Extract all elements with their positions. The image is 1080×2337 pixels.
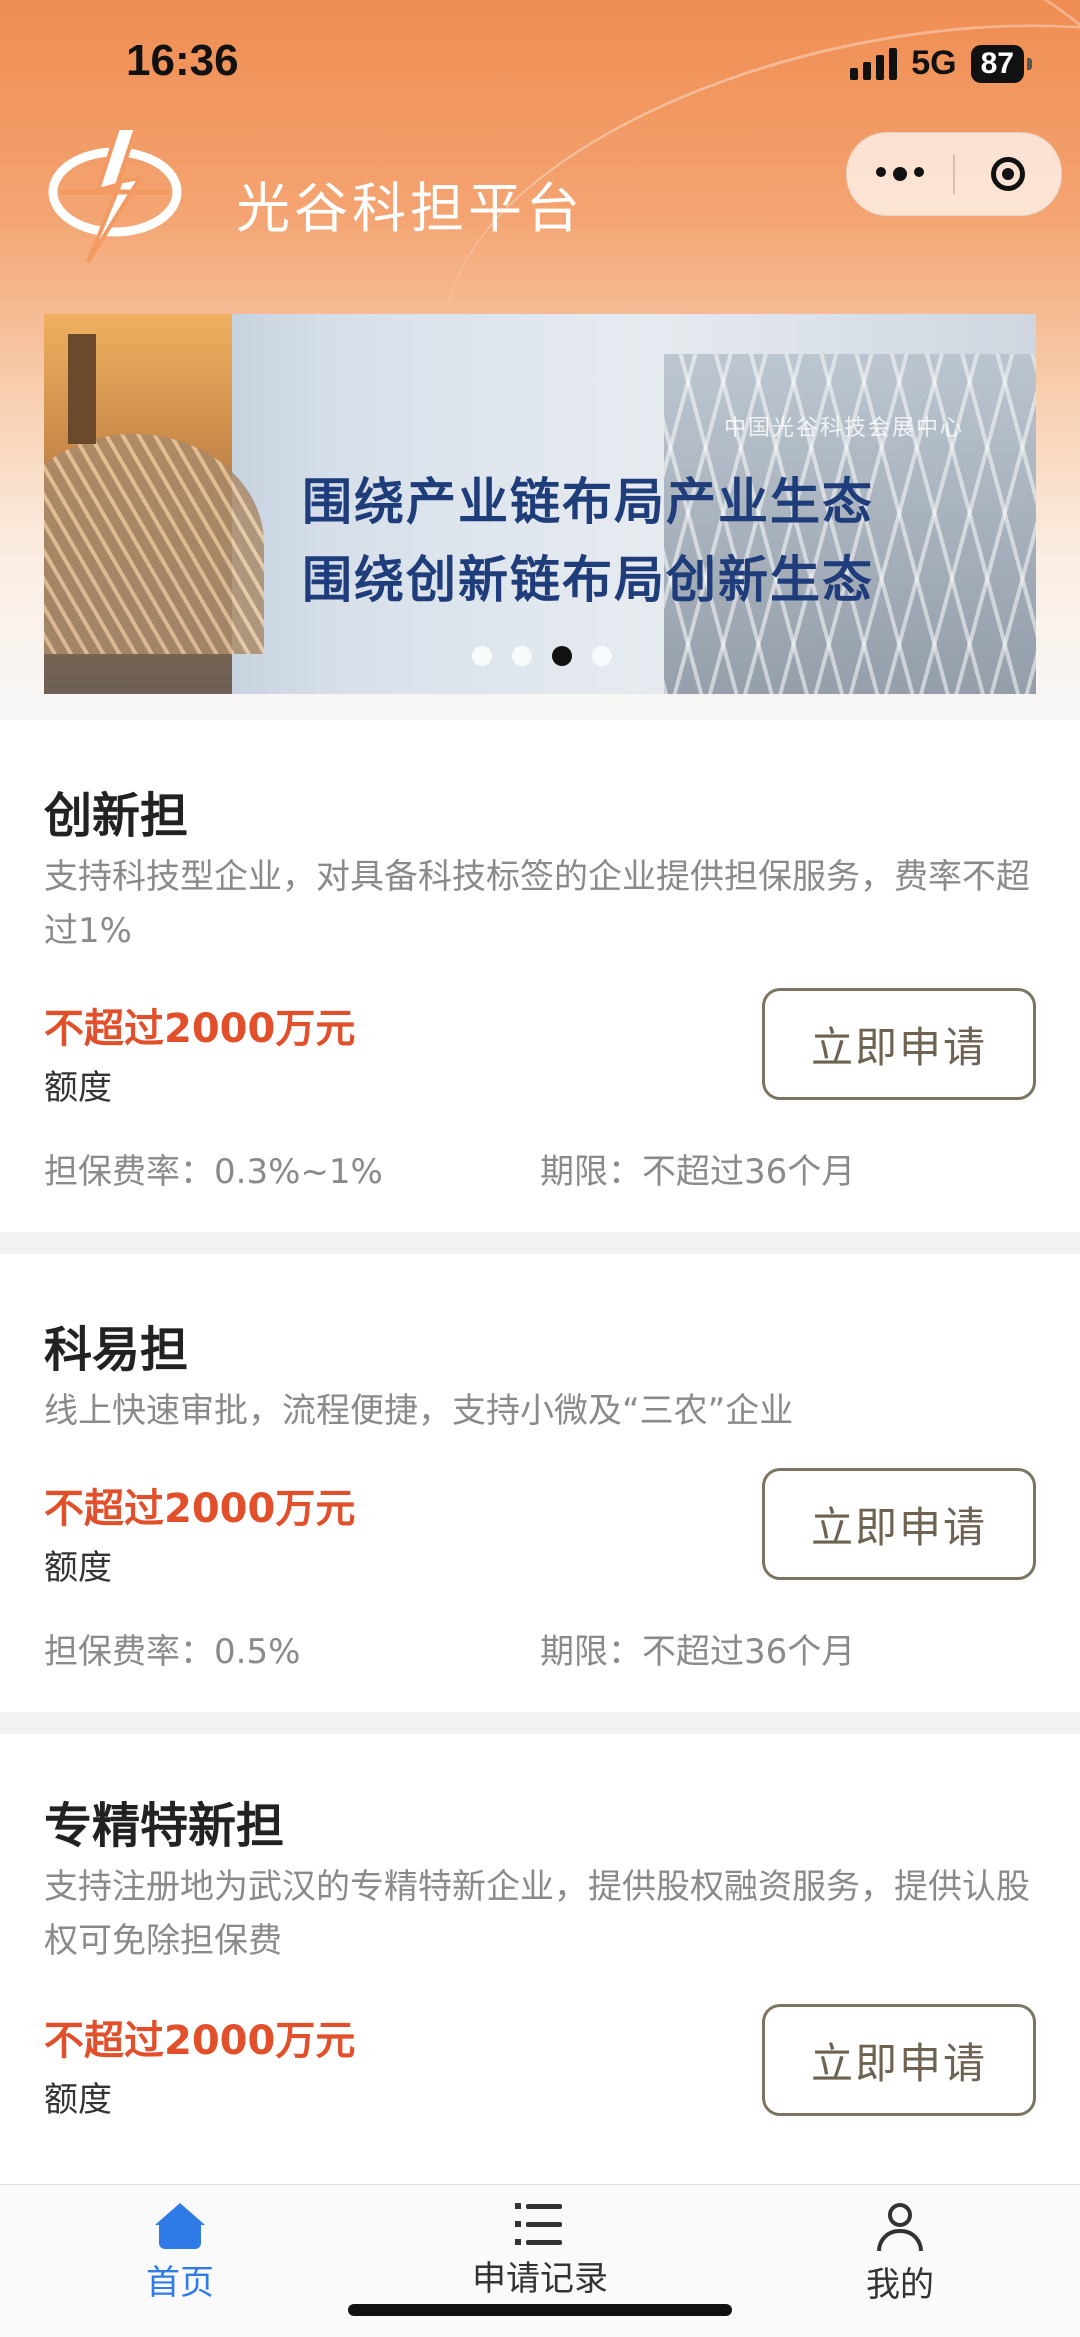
guarantee-fee-rate: 担保费率：0.5% <box>44 1632 301 1672</box>
product-card-chuangxindan: 创新担 支持科技型企业，对具备科技标签的企业提供担保服务，费率不超过1% 不超过… <box>0 720 1080 1232</box>
product-card-zhuanjingtexindan: 专精特新担 支持注册地为武汉的专精特新企业，提供股权融资服务，提供认股权可免除担… <box>0 1734 1080 2184</box>
carousel-dot-active[interactable] <box>552 646 572 666</box>
product-name: 创新担 <box>44 788 189 844</box>
tab-records-label: 申请记录 <box>472 2259 608 2299</box>
tab-home[interactable]: 首页 <box>80 2203 280 2304</box>
product-amount: 不超过2000万元 <box>44 1486 356 1532</box>
loan-term: 期限：不超过36个月 <box>540 1152 856 1192</box>
carousel-dot[interactable] <box>592 646 612 666</box>
apply-button[interactable]: 立即申请 <box>762 988 1036 1100</box>
banner-slogan-2: 围绕创新链布局创新生态 <box>302 550 874 609</box>
apply-button[interactable]: 立即申请 <box>762 1468 1036 1580</box>
product-description: 支持科技型企业，对具备科技标签的企业提供担保服务，费率不超过1% <box>44 857 1030 951</box>
battery-icon: 87 <box>970 44 1033 83</box>
signal-icon <box>850 47 898 80</box>
carousel-dot[interactable] <box>512 646 532 666</box>
carousel-dot[interactable] <box>472 646 492 666</box>
product-amount: 不超过2000万元 <box>44 2018 356 2064</box>
product-name: 科易担 <box>44 1322 189 1378</box>
promo-banner[interactable]: 中国光谷科技会展中心 围绕产业链布局产业生态 围绕创新链布局创新生态 <box>44 314 1036 694</box>
network-type: 5G <box>911 44 957 82</box>
product-description: 线上快速审批，流程便捷，支持小微及“三农”企业 <box>44 1391 794 1431</box>
app-logo <box>48 126 182 264</box>
tab-mine[interactable]: 我的 <box>800 2203 1000 2306</box>
user-icon <box>875 2203 925 2251</box>
more-icon[interactable] <box>847 167 953 181</box>
tab-home-label: 首页 <box>146 2263 214 2303</box>
product-description: 支持注册地为武汉的专精特新企业，提供股权融资服务，提供认股权可免除担保费 <box>44 1867 1030 1961</box>
apply-button[interactable]: 立即申请 <box>762 2004 1036 2116</box>
status-indicators: 5G 87 <box>850 44 1033 83</box>
list-icon <box>515 2203 565 2245</box>
product-amount: 不超过2000万元 <box>44 1006 356 1052</box>
banner-architecture <box>44 434 264 654</box>
banner-photo <box>44 314 264 694</box>
home-icon <box>155 2203 205 2249</box>
banner-sign: 中国光谷科技会展中心 <box>724 416 965 441</box>
banner-tower <box>68 334 96 444</box>
guarantee-fee-rate: 担保费率：0.3%~1% <box>44 1152 383 1192</box>
app-title: 光谷科担平台 <box>236 177 584 240</box>
amount-label: 额度 <box>44 1068 112 1108</box>
close-target-icon[interactable] <box>955 157 1061 191</box>
banner-slogan-1: 围绕产业链布局产业生态 <box>302 472 874 531</box>
amount-label: 额度 <box>44 1548 112 1588</box>
home-indicator <box>348 2304 732 2316</box>
loan-term: 期限：不超过36个月 <box>540 1632 856 1672</box>
product-name: 专精特新担 <box>44 1798 285 1854</box>
amount-label: 额度 <box>44 2080 112 2120</box>
status-time: 16:36 <box>126 36 239 85</box>
tab-mine-label: 我的 <box>866 2265 934 2305</box>
carousel-dots <box>472 646 612 666</box>
mini-program-capsule <box>846 132 1062 216</box>
product-card-keyidan: 科易担 线上快速审批，流程便捷，支持小微及“三农”企业 不超过2000万元 额度… <box>0 1254 1080 1712</box>
tab-records[interactable]: 申请记录 <box>440 2203 640 2300</box>
